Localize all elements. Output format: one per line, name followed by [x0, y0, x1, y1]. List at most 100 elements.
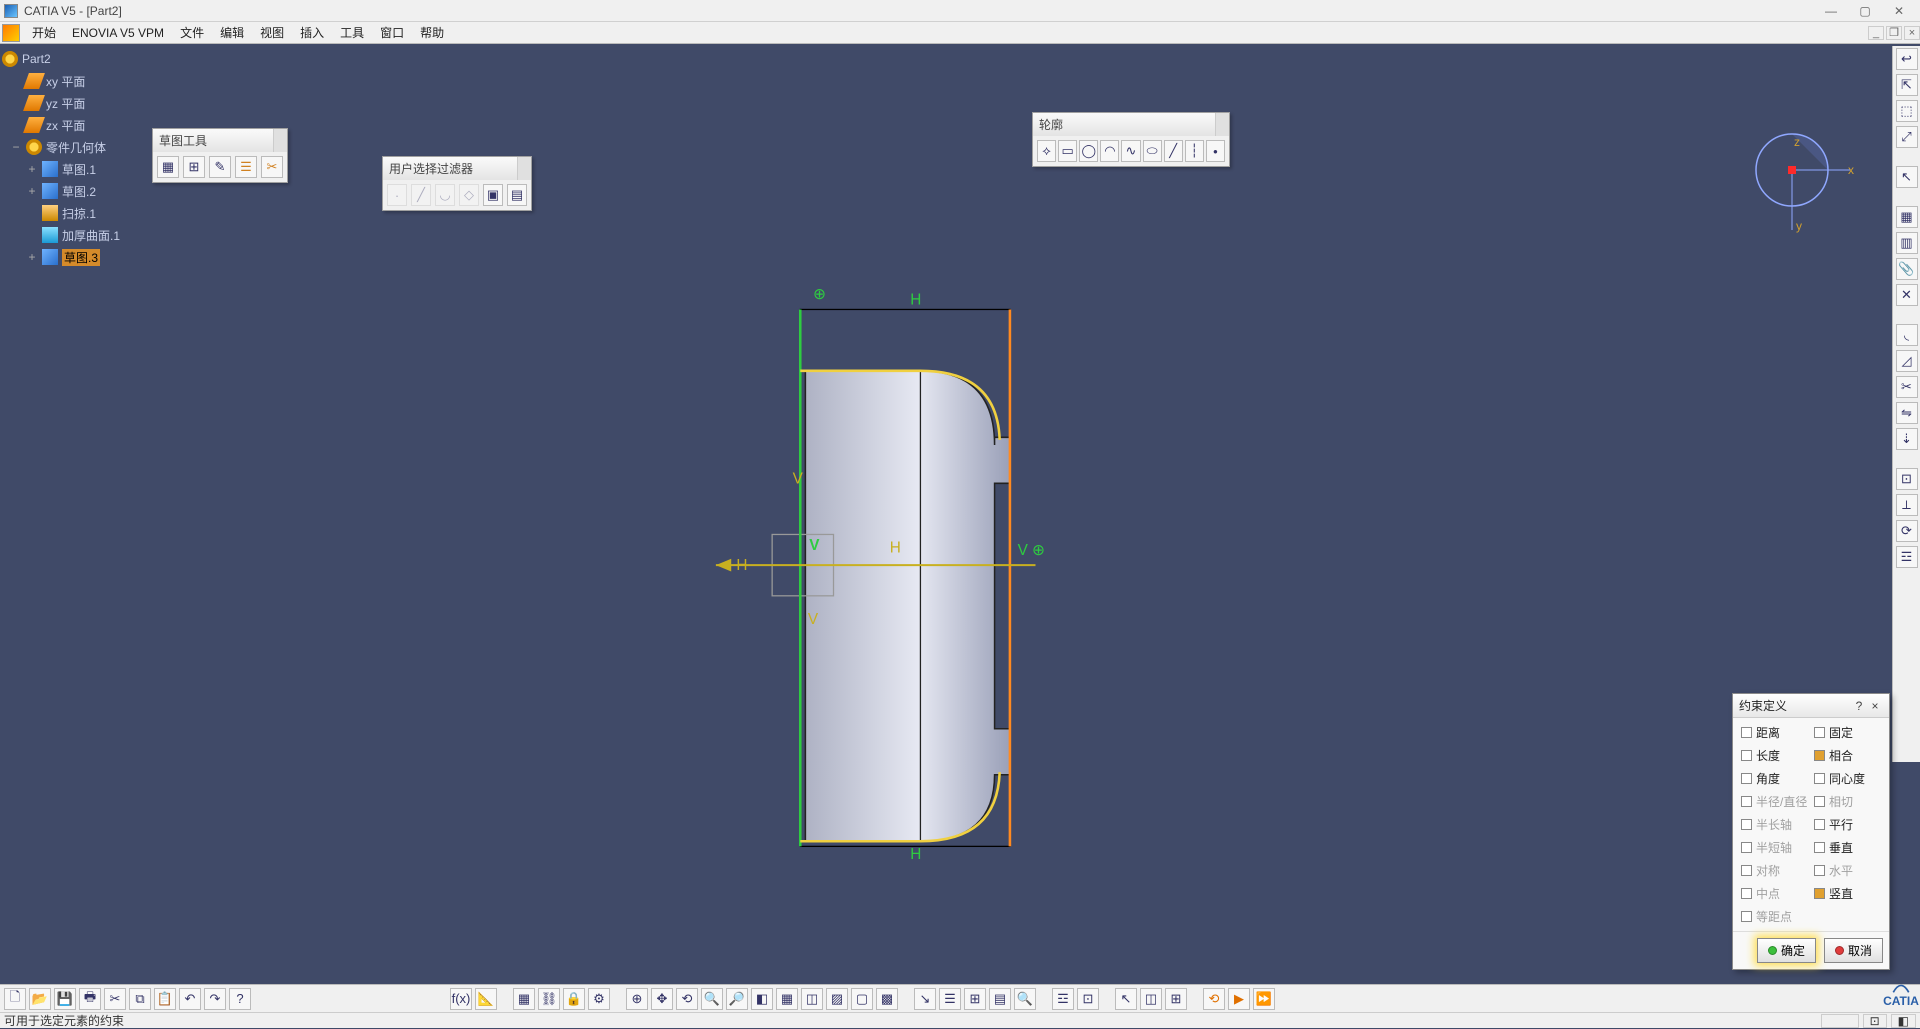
chamfer-icon[interactable]: ◿ [1896, 350, 1918, 372]
standard-icon[interactable]: ☰ [235, 156, 257, 178]
constraint-option[interactable]: 角度 [1741, 770, 1808, 787]
rectangle-icon[interactable]: ▭ [1058, 140, 1077, 162]
constraint1-icon[interactable]: ⊡ [1896, 468, 1918, 490]
new-icon[interactable]: 🗋 [4, 988, 26, 1010]
maximize-button[interactable]: ▢ [1848, 2, 1882, 20]
point-icon[interactable]: • [1206, 140, 1225, 162]
normal-icon[interactable]: ◧ [751, 988, 773, 1010]
profile-toolbar[interactable]: 轮廓 ⟡ ▭ ◯ ◠ ∿ ⬭ ╱ ┆ • [1032, 112, 1230, 167]
constraint2-icon[interactable]: ⟂ [1896, 494, 1918, 516]
undo-icon[interactable]: ↶ [179, 988, 201, 1010]
pan-icon[interactable]: ✥ [651, 988, 673, 1010]
trim-icon[interactable]: ✂ [1896, 376, 1918, 398]
open-icon[interactable]: 📂 [29, 988, 51, 1010]
filter-point-icon[interactable]: · [387, 184, 407, 206]
doc-close-button[interactable]: × [1904, 26, 1920, 40]
t7-icon[interactable]: ⊡ [1077, 988, 1099, 1010]
dialog-titlebar[interactable]: 约束定义 ? × [1733, 694, 1889, 718]
cancel-button[interactable]: 取消 [1824, 938, 1883, 963]
menu-file[interactable]: 文件 [172, 22, 212, 43]
t3-icon[interactable]: ⊞ [964, 988, 986, 1010]
ok-button[interactable]: 确定 [1757, 938, 1816, 963]
checkbox-icon[interactable] [1814, 727, 1825, 738]
doc-minimize-button[interactable]: _ [1868, 26, 1884, 40]
iso-icon[interactable]: ◫ [801, 988, 823, 1010]
t8-icon[interactable]: ↖ [1115, 988, 1137, 1010]
toolbar-grip[interactable] [1215, 113, 1229, 136]
table-icon[interactable]: ▦ [513, 988, 535, 1010]
tree-item[interactable]: xy 平面 [2, 70, 120, 92]
filter-curve-icon[interactable]: ◡ [435, 184, 455, 206]
cat-icon[interactable]: ⚙ [588, 988, 610, 1010]
menu-start[interactable]: 开始 [24, 22, 64, 43]
select-arrow-icon[interactable]: ↖ [1896, 166, 1918, 188]
checkbox-icon[interactable] [1741, 750, 1752, 761]
animate-icon[interactable]: ⟳ [1896, 520, 1918, 542]
constraint-option[interactable]: 同心度 [1814, 770, 1881, 787]
constraint-option[interactable]: 距离 [1741, 724, 1808, 741]
hlr-icon[interactable]: ▩ [876, 988, 898, 1010]
sketch-tb-title[interactable]: 草图工具 [153, 129, 273, 152]
tree-expander-icon[interactable]: + [26, 184, 38, 198]
t2-icon[interactable]: ☰ [939, 988, 961, 1010]
tree-expander-icon[interactable]: + [26, 250, 38, 264]
rotate-icon[interactable]: ⟲ [676, 988, 698, 1010]
profile-tb-title[interactable]: 轮廓 [1033, 113, 1215, 136]
zoomout-icon[interactable]: 🔎 [726, 988, 748, 1010]
filter-toolbar[interactable]: 用户选择过滤器 · ╱ ◡ ◇ ▣ ▤ [382, 156, 532, 211]
exit-workbench-icon[interactable]: ↩ [1896, 48, 1918, 70]
menu-edit[interactable]: 编辑 [212, 22, 252, 43]
help-icon[interactable]: ? [229, 988, 251, 1010]
filter-line-icon[interactable]: ╱ [411, 184, 431, 206]
menu-window[interactable]: 窗口 [372, 22, 412, 43]
t1-icon[interactable]: ↘ [914, 988, 936, 1010]
menu-help[interactable]: 帮助 [412, 22, 452, 43]
shade-icon[interactable]: ▨ [826, 988, 848, 1010]
dialog-help-button[interactable]: ? [1851, 699, 1867, 713]
corner-icon[interactable]: ◟ [1896, 324, 1918, 346]
view-compass[interactable]: x y z [1750, 130, 1860, 240]
tree-item[interactable]: +草图.1 [2, 158, 120, 180]
checkbox-icon[interactable] [1814, 888, 1825, 899]
t10-icon[interactable]: ⊞ [1165, 988, 1187, 1010]
fit-icon[interactable]: ⊕ [626, 988, 648, 1010]
constraint-definition-dialog[interactable]: 约束定义 ? × 距离固定长度相合角度同心度半径/直径相切半长轴平行半短轴垂直对… [1732, 693, 1890, 970]
filter-face-icon[interactable]: ◇ [459, 184, 479, 206]
arc-icon[interactable]: ◠ [1100, 140, 1119, 162]
fx-icon[interactable]: f(x) [450, 988, 472, 1010]
out2-icon[interactable]: ⬚ [1896, 100, 1918, 122]
filter-other-icon[interactable]: ▤ [507, 184, 527, 206]
tree-item[interactable]: +草图.3 [2, 246, 120, 268]
project-icon[interactable]: ⇣ [1896, 428, 1918, 450]
multi-icon[interactable]: ▦ [776, 988, 798, 1010]
anim1-icon[interactable]: ⟲ [1203, 988, 1225, 1010]
tree-expander-icon[interactable]: − [10, 140, 22, 154]
tree-expander-icon[interactable]: + [26, 162, 38, 176]
wire-icon[interactable]: ▢ [851, 988, 873, 1010]
line-icon[interactable]: ╱ [1164, 140, 1183, 162]
tree-item[interactable]: −零件几何体 [2, 136, 120, 158]
constraint-option[interactable]: 平行 [1814, 816, 1881, 833]
constraint-option[interactable]: 竖直 [1814, 885, 1881, 902]
spec-tree[interactable]: Part2 xy 平面yz 平面zx 平面−零件几何体+草图.1+草图.2扫掠.… [2, 48, 120, 268]
menu-tools[interactable]: 工具 [332, 22, 372, 43]
cut-icon[interactable]: ✂ [104, 988, 126, 1010]
checkbox-icon[interactable] [1814, 842, 1825, 853]
grid-icon[interactable]: ▦ [157, 156, 179, 178]
ellipse-icon[interactable]: ⬭ [1143, 140, 1162, 162]
toolbar-grip[interactable] [273, 129, 287, 152]
redo-icon[interactable]: ↷ [204, 988, 226, 1010]
print-icon[interactable]: 🖶 [79, 988, 101, 1010]
measure-icon[interactable]: 📐 [475, 988, 497, 1010]
axis-icon[interactable]: ┆ [1185, 140, 1204, 162]
tree-item[interactable]: 加厚曲面.1 [2, 224, 120, 246]
out1-icon[interactable]: ⇱ [1896, 74, 1918, 96]
t9-icon[interactable]: ◫ [1140, 988, 1162, 1010]
tree-item[interactable]: 扫掠.1 [2, 202, 120, 224]
view2-icon[interactable]: ▥ [1896, 232, 1918, 254]
construction-icon[interactable]: ✎ [209, 156, 231, 178]
tree-item[interactable]: zx 平面 [2, 114, 120, 136]
t6-icon[interactable]: ☲ [1052, 988, 1074, 1010]
tree-root[interactable]: Part2 [2, 48, 120, 70]
constraint-option[interactable]: 长度 [1741, 747, 1808, 764]
